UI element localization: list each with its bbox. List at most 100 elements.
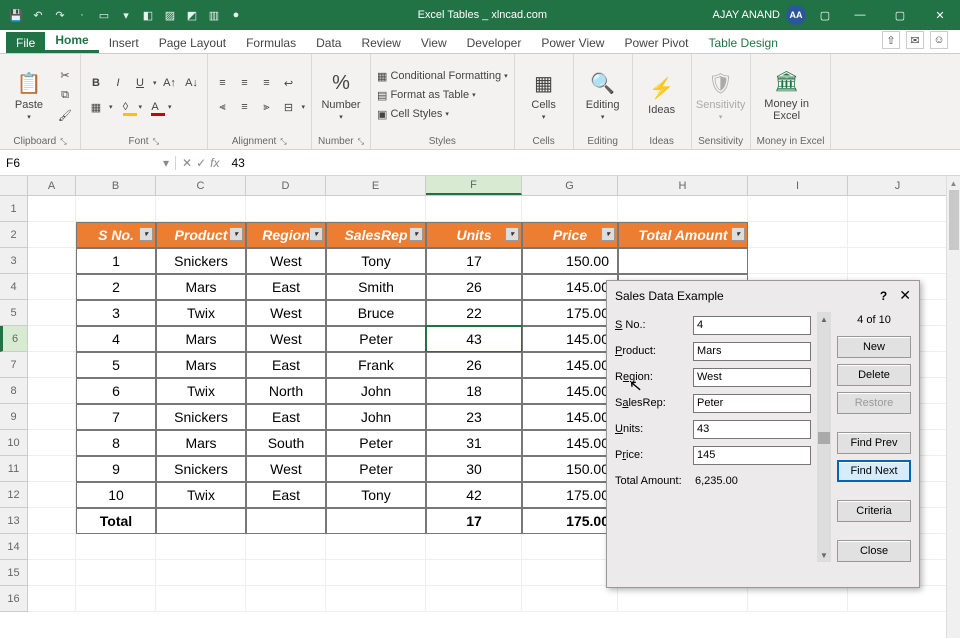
column-header-H[interactable]: H [618,176,748,195]
row-header[interactable]: 9 [0,404,28,430]
cell[interactable] [28,196,76,222]
cell[interactable] [326,196,426,222]
cell-price[interactable]: 145.00 [522,430,618,456]
cell-salesrep[interactable]: John [326,404,426,430]
total-label[interactable]: Total [76,508,156,534]
tab-developer[interactable]: Developer [457,32,532,53]
cell[interactable] [156,560,246,586]
cell[interactable] [326,560,426,586]
cell-units[interactable]: 26 [426,352,522,378]
total-price[interactable]: 175.00 [522,508,618,534]
delete-button[interactable]: Delete [837,364,911,386]
column-header-J[interactable]: J [848,176,948,195]
chevron-down-icon[interactable]: ▾ [153,79,157,87]
cell[interactable] [28,534,76,560]
cell[interactable] [522,196,618,222]
maximize-button[interactable]: ▢ [880,0,920,30]
comments-button[interactable]: ✉ [906,31,924,49]
cell[interactable] [246,586,326,612]
format-painter-icon[interactable]: 🖌 [56,106,74,124]
cell-product[interactable]: Snickers [156,456,246,482]
qat-btn1-icon[interactable]: ◧ [140,7,156,23]
total-cell[interactable] [246,508,326,534]
cell[interactable] [618,586,748,612]
select-all-corner[interactable] [0,176,28,195]
filter-icon[interactable]: ▾ [601,227,615,241]
align-top-icon[interactable]: ≡ [214,74,232,92]
qat-btn4-icon[interactable]: ▥ [206,7,222,23]
row-header[interactable]: 6 [0,326,28,352]
total-units[interactable]: 17 [426,508,522,534]
cell-price[interactable]: 145.00 [522,378,618,404]
cell[interactable] [28,404,76,430]
tab-formulas[interactable]: Formulas [236,32,306,53]
tab-home[interactable]: Home [45,29,98,53]
cell-sno[interactable]: 5 [76,352,156,378]
cell[interactable] [522,560,618,586]
cell-units[interactable]: 30 [426,456,522,482]
close-dialog-icon[interactable]: ✕ [899,287,911,304]
column-header-G[interactable]: G [522,176,618,195]
table-header[interactable]: SalesRep▾ [326,222,426,248]
tab-power-pivot[interactable]: Power Pivot [614,32,698,53]
table-header[interactable]: Region▾ [246,222,326,248]
cell[interactable] [156,534,246,560]
close-button[interactable]: ✕ [920,0,960,30]
tab-file[interactable]: File [6,32,45,53]
enter-formula-icon[interactable]: ✓ [196,156,206,170]
cell[interactable] [748,586,848,612]
cell-salesrep[interactable]: John [326,378,426,404]
scrollbar-thumb[interactable] [818,432,830,444]
tab-insert[interactable]: Insert [99,32,149,53]
cell[interactable] [848,222,948,248]
cell-salesrep[interactable]: Peter [326,456,426,482]
name-box[interactable]: ▾ [0,156,176,170]
cell-sno[interactable]: 4 [76,326,156,352]
chevron-down-icon[interactable]: ▾ [163,156,169,170]
cell-units[interactable]: 18 [426,378,522,404]
new-button[interactable]: New [837,336,911,358]
help-button[interactable]: ☺ [930,31,948,49]
tab-table-design[interactable]: Table Design [699,32,788,53]
chevron-down-icon[interactable]: ▾ [109,103,113,111]
cell-price[interactable]: 175.00 [522,300,618,326]
cell-units[interactable]: 43 [426,326,522,352]
cell[interactable] [326,586,426,612]
cell[interactable] [326,534,426,560]
cell-region[interactable]: East [246,352,326,378]
cell-salesrep[interactable]: Frank [326,352,426,378]
undo-icon[interactable]: ↶ [30,7,46,23]
form-scrollbar[interactable]: ▲ ▼ [817,312,831,562]
help-icon[interactable]: ? [880,289,887,303]
conditional-formatting-button[interactable]: ▦Conditional Formatting▾ [377,70,508,83]
cell-units[interactable]: 26 [426,274,522,300]
cell-price[interactable]: 175.00 [522,482,618,508]
cell-product[interactable]: Snickers [156,248,246,274]
cell-price[interactable]: 150.00 [522,248,618,274]
bold-button[interactable]: B [87,74,105,92]
cell[interactable] [426,196,522,222]
merge-icon[interactable]: ⊟ [280,98,298,116]
find-prev-button[interactable]: Find Prev [837,432,911,454]
cell[interactable] [426,586,522,612]
sno-input[interactable] [693,316,811,335]
chevron-down-icon[interactable]: ▾ [302,103,306,111]
cell-region[interactable]: South [246,430,326,456]
cell[interactable] [28,430,76,456]
cell-salesrep[interactable]: Smith [326,274,426,300]
cell[interactable] [28,508,76,534]
total-cell[interactable] [156,508,246,534]
sensitivity-button[interactable]: 🛡 Sensitivity ▾ [698,69,744,121]
editing-button[interactable]: 🔍 Editing ▾ [580,69,626,121]
qat-btn2-icon[interactable]: ▨ [162,7,178,23]
filter-icon[interactable]: ▾ [731,227,745,241]
cell[interactable] [848,248,948,274]
region-input[interactable] [693,368,811,387]
cell-product[interactable]: Twix [156,378,246,404]
row-header[interactable]: 14 [0,534,28,560]
cell[interactable] [28,248,76,274]
cell[interactable] [426,534,522,560]
cell-salesrep[interactable]: Peter [326,326,426,352]
row-header[interactable]: 8 [0,378,28,404]
cell-salesrep[interactable]: Tony [326,482,426,508]
